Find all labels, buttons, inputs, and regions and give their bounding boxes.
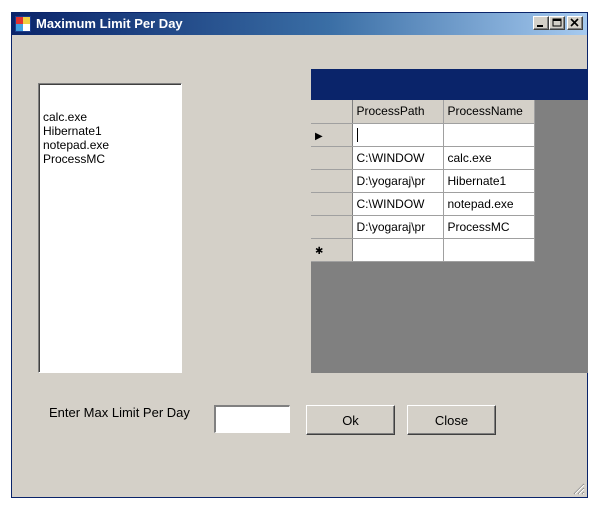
list-item[interactable]: calc.exe (43, 110, 181, 124)
row-header[interactable] (311, 146, 353, 170)
window-title: Maximum Limit Per Day (36, 16, 183, 31)
cell-processpath[interactable]: D:\yogaraj\pr (352, 215, 444, 239)
current-row-icon: ▶ (315, 130, 323, 142)
row-header[interactable] (311, 215, 353, 239)
cell-processname[interactable]: ProcessMC (443, 215, 535, 239)
cell[interactable] (443, 238, 535, 262)
cell-processpath[interactable]: D:\yogaraj\pr (352, 169, 444, 193)
ok-button[interactable]: Ok (306, 405, 395, 435)
process-listbox[interactable]: calc.exe Hibernate1 notepad.exe ProcessM… (38, 83, 182, 373)
max-limit-input[interactable] (214, 405, 290, 433)
new-row-icon: ✱ (315, 245, 324, 257)
cell-processpath[interactable]: C:\WINDOW (352, 146, 444, 170)
table-row[interactable]: D:\yogaraj\pr Hibernate1 (311, 169, 535, 193)
table-row[interactable]: ▶ (311, 123, 535, 147)
minimize-button[interactable] (533, 16, 549, 30)
row-header[interactable]: ✱ (311, 238, 353, 262)
main-window: Maximum Limit Per Day calc.exe Hibernate… (11, 12, 588, 498)
cell-processpath[interactable]: C:\WINDOW (352, 192, 444, 216)
close-dialog-button[interactable]: Close (407, 405, 496, 435)
cell-processname[interactable]: Hibernate1 (443, 169, 535, 193)
table-row[interactable]: C:\WINDOW notepad.exe (311, 192, 535, 216)
grid-header-row: ProcessPath ProcessName (311, 100, 535, 124)
cell-processname[interactable]: notepad.exe (443, 192, 535, 216)
cell[interactable] (443, 123, 535, 147)
minimize-icon (537, 25, 543, 27)
maximize-button[interactable] (549, 16, 565, 30)
grid-caption-bar (311, 69, 588, 100)
cell-processname[interactable]: calc.exe (443, 146, 535, 170)
title-bar[interactable]: Maximum Limit Per Day (12, 13, 587, 35)
cell-edit[interactable] (352, 123, 444, 147)
text-caret (356, 127, 358, 142)
grid-table: ProcessPath ProcessName ▶ C:\WINDOW calc… (311, 100, 535, 262)
close-button[interactable] (567, 16, 583, 30)
resize-grip-icon[interactable] (573, 483, 585, 495)
column-header-processpath[interactable]: ProcessPath (352, 100, 444, 124)
list-item[interactable]: Hibernate1 (43, 124, 181, 138)
column-header-processname[interactable]: ProcessName (443, 100, 535, 124)
app-window-icon (15, 16, 31, 32)
list-item[interactable]: ProcessMC (43, 152, 181, 166)
table-row[interactable]: D:\yogaraj\pr ProcessMC (311, 215, 535, 239)
row-header[interactable] (311, 192, 353, 216)
table-row[interactable]: C:\WINDOW calc.exe (311, 146, 535, 170)
maximize-icon (552, 18, 562, 27)
cell[interactable] (352, 238, 444, 262)
row-header[interactable] (311, 169, 353, 193)
list-item[interactable]: notepad.exe (43, 138, 181, 152)
grid-corner-cell[interactable] (311, 100, 353, 124)
process-datagrid[interactable]: ProcessPath ProcessName ▶ C:\WINDOW calc… (311, 69, 588, 373)
row-header[interactable]: ▶ (311, 123, 353, 147)
max-limit-label: Enter Max Limit Per Day (49, 405, 190, 420)
close-icon (570, 18, 579, 27)
table-row-new[interactable]: ✱ (311, 238, 535, 262)
